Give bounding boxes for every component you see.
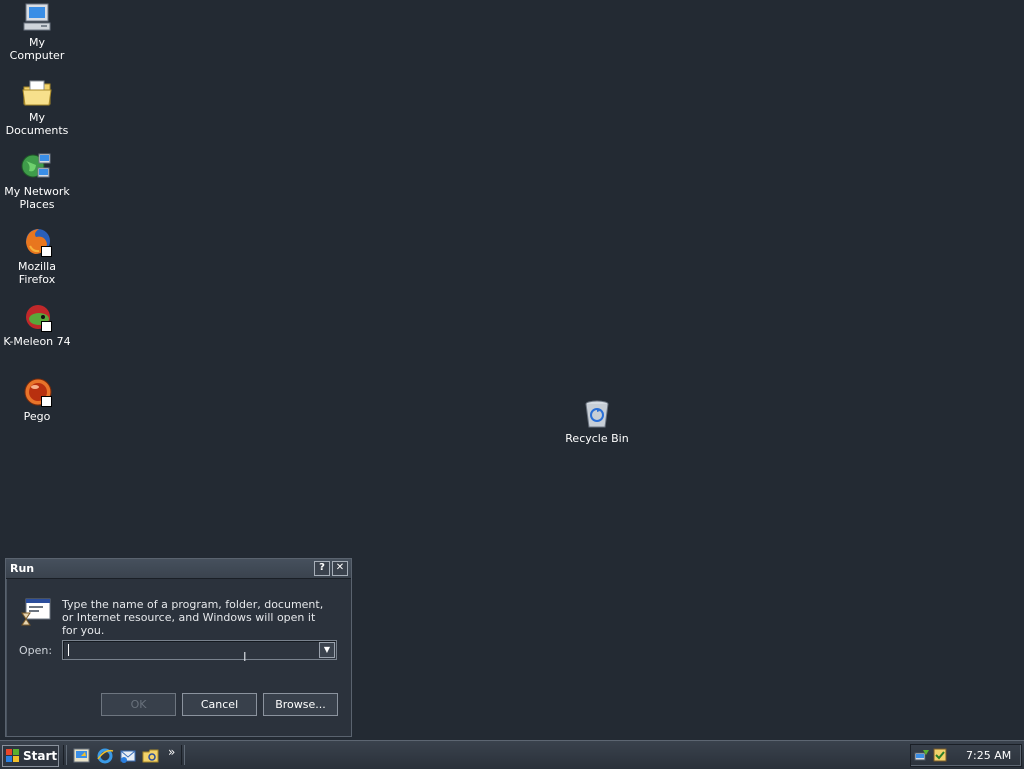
run-dialog-title: Run: [10, 562, 35, 575]
shortcut-arrow-icon: [41, 246, 52, 257]
system-tray: 7:25 AM: [910, 744, 1022, 767]
open-label: Open:: [19, 644, 53, 657]
network-places-shortcut[interactable]: My Network Places: [0, 151, 74, 211]
my-computer-icon: [23, 3, 51, 31]
pego-shortcut[interactable]: Pego: [0, 376, 74, 423]
start-button[interactable]: Start: [2, 745, 59, 767]
help-button[interactable]: ?: [314, 561, 330, 576]
ibeam-cursor-icon: I: [243, 650, 247, 664]
run-description: Type the name of a program, folder, docu…: [62, 598, 324, 637]
windows-explorer-icon[interactable]: [142, 747, 160, 765]
shortcut-arrow-icon: [41, 396, 52, 407]
text-caret: [68, 644, 69, 656]
desktop-icon-label: Pego: [23, 410, 51, 423]
desktop-icon-label: My Network Places: [4, 185, 70, 211]
open-combobox[interactable]: ▼: [62, 640, 337, 660]
network-places-icon: [21, 153, 51, 178]
desktop: My Computer My Documents My Network Plac…: [0, 0, 1024, 740]
ok-button[interactable]: OK: [101, 693, 176, 716]
run-program-icon: [21, 598, 51, 626]
firefox-shortcut[interactable]: Mozilla Firefox: [0, 226, 74, 286]
outlook-express-icon[interactable]: [119, 747, 137, 765]
recycle-bin-shortcut[interactable]: Recycle Bin: [560, 398, 634, 445]
my-documents-icon: [22, 80, 52, 106]
run-dialog-titlebar[interactable]: Run ? ✕: [6, 559, 351, 579]
taskbar-separator: [181, 745, 185, 765]
show-desktop-icon[interactable]: [73, 747, 91, 765]
dropdown-arrow-button[interactable]: ▼: [319, 642, 335, 658]
browse-button[interactable]: Browse...: [263, 693, 338, 716]
desktop-icon-label: K-Meleon 74: [3, 335, 71, 348]
desktop-icon-label: My Documents: [5, 111, 69, 137]
windows-logo-icon: [6, 749, 19, 762]
clock[interactable]: 7:25 AM: [966, 749, 1011, 762]
start-label: Start: [23, 749, 58, 763]
security-tray-icon[interactable]: [932, 747, 948, 763]
k-meleon-shortcut[interactable]: K-Meleon 74: [0, 301, 74, 348]
network-tray-icon[interactable]: [914, 747, 930, 763]
desktop-icon-label: My Computer: [9, 36, 65, 62]
internet-explorer-icon[interactable]: [96, 747, 114, 765]
desktop-icon-label: Recycle Bin: [565, 432, 629, 445]
run-dialog: Run ? ✕ Type the name of a program, fold…: [5, 558, 352, 737]
taskbar: Start » 7:25 AM: [0, 740, 1024, 769]
shortcut-arrow-icon: [41, 321, 52, 332]
recycle-bin-icon: [585, 400, 609, 428]
close-button[interactable]: ✕: [332, 561, 348, 576]
quick-launch-chevron[interactable]: »: [168, 745, 175, 759]
desktop-icon-label: Mozilla Firefox: [18, 260, 56, 286]
cancel-button[interactable]: Cancel: [182, 693, 257, 716]
my-computer-shortcut[interactable]: My Computer: [0, 2, 74, 62]
taskbar-separator: [63, 745, 67, 765]
my-documents-shortcut[interactable]: My Documents: [0, 77, 74, 137]
